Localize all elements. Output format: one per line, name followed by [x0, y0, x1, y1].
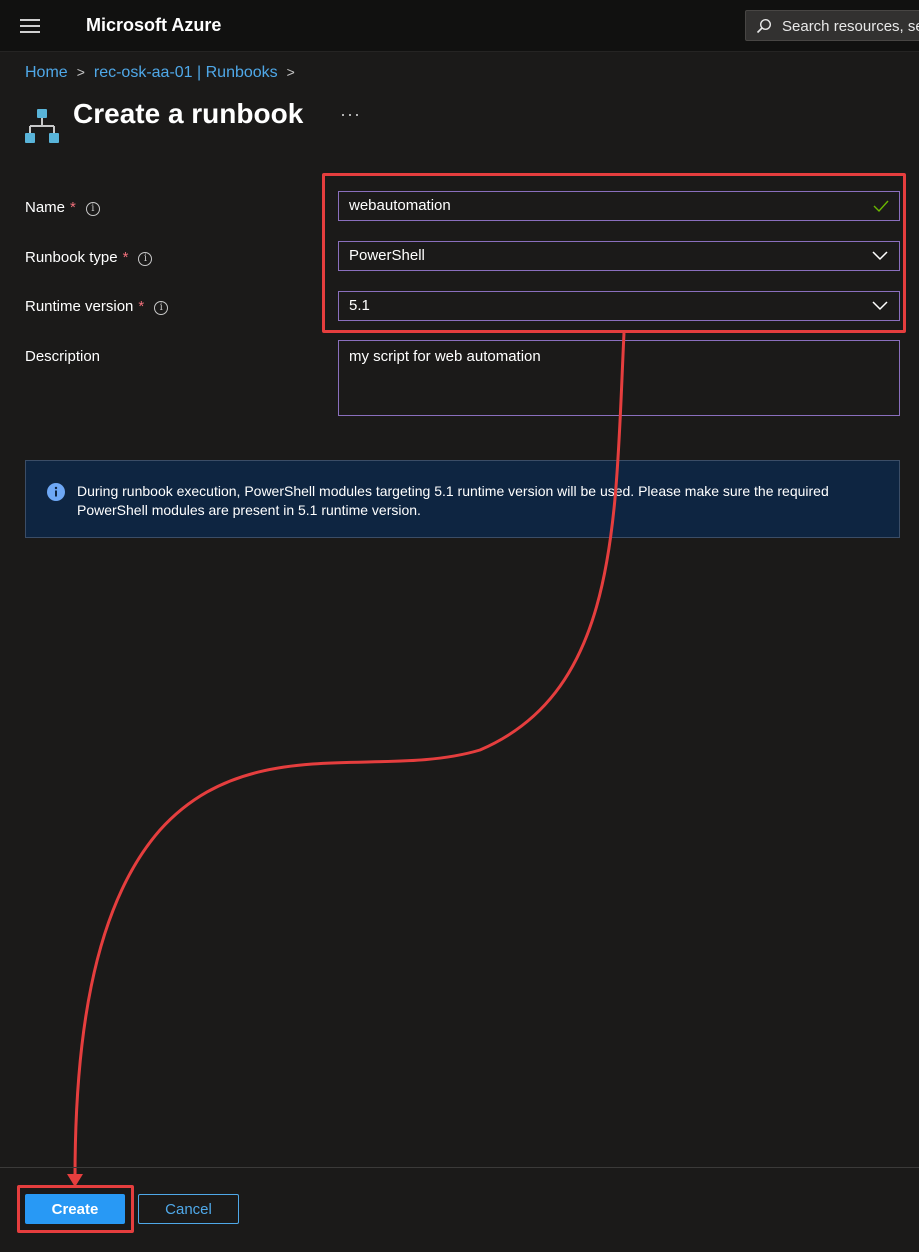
runtime-version-label-text: Runtime version — [25, 298, 134, 315]
info-icon[interactable]: i — [85, 202, 100, 216]
required-marker: * — [122, 249, 129, 266]
brand-title[interactable]: Microsoft Azure — [86, 15, 221, 36]
search-placeholder: Search resources, se — [782, 18, 919, 35]
info-circle-icon — [47, 483, 65, 501]
cancel-button[interactable]: Cancel — [138, 1194, 239, 1224]
hamburger-menu-icon[interactable] — [20, 19, 40, 33]
chevron-right-icon: > — [286, 64, 295, 80]
name-label-text: Name — [25, 199, 66, 216]
search-icon — [756, 18, 772, 34]
more-options-icon[interactable]: ··· — [340, 104, 361, 125]
required-marker: * — [70, 199, 76, 216]
breadcrumb: Home > rec-osk-aa-01 | Runbooks > — [25, 64, 304, 82]
annotation-highlight-box — [322, 173, 906, 333]
name-label: Name * i — [25, 199, 100, 216]
runbook-type-label: Runbook type * i — [25, 249, 153, 266]
breadcrumb-home[interactable]: Home — [25, 64, 68, 81]
banner-text: During runbook execution, PowerShell mod… — [77, 483, 829, 518]
chevron-right-icon: > — [76, 64, 85, 80]
page-title: Create a runbook — [73, 98, 304, 129]
description-textarea[interactable]: my script for web automation — [338, 340, 900, 416]
description-label: Description — [25, 348, 101, 365]
required-marker: * — [138, 298, 145, 315]
top-bar: Microsoft Azure Search resources, se — [0, 0, 919, 52]
search-box[interactable]: Search resources, se — [745, 10, 919, 41]
info-banner: During runbook execution, PowerShell mod… — [25, 460, 900, 538]
annotation-create-highlight — [17, 1185, 134, 1233]
breadcrumb-runbooks[interactable]: rec-osk-aa-01 | Runbooks — [94, 64, 278, 81]
runbook-type-label-text: Runbook type — [25, 249, 118, 266]
description-value: my script for web automation — [349, 348, 541, 365]
runtime-version-label: Runtime version * i — [25, 298, 169, 315]
info-icon[interactable]: i — [138, 252, 153, 266]
runbook-icon — [25, 109, 59, 143]
info-icon[interactable]: i — [154, 301, 169, 315]
footer-divider — [0, 1167, 919, 1168]
